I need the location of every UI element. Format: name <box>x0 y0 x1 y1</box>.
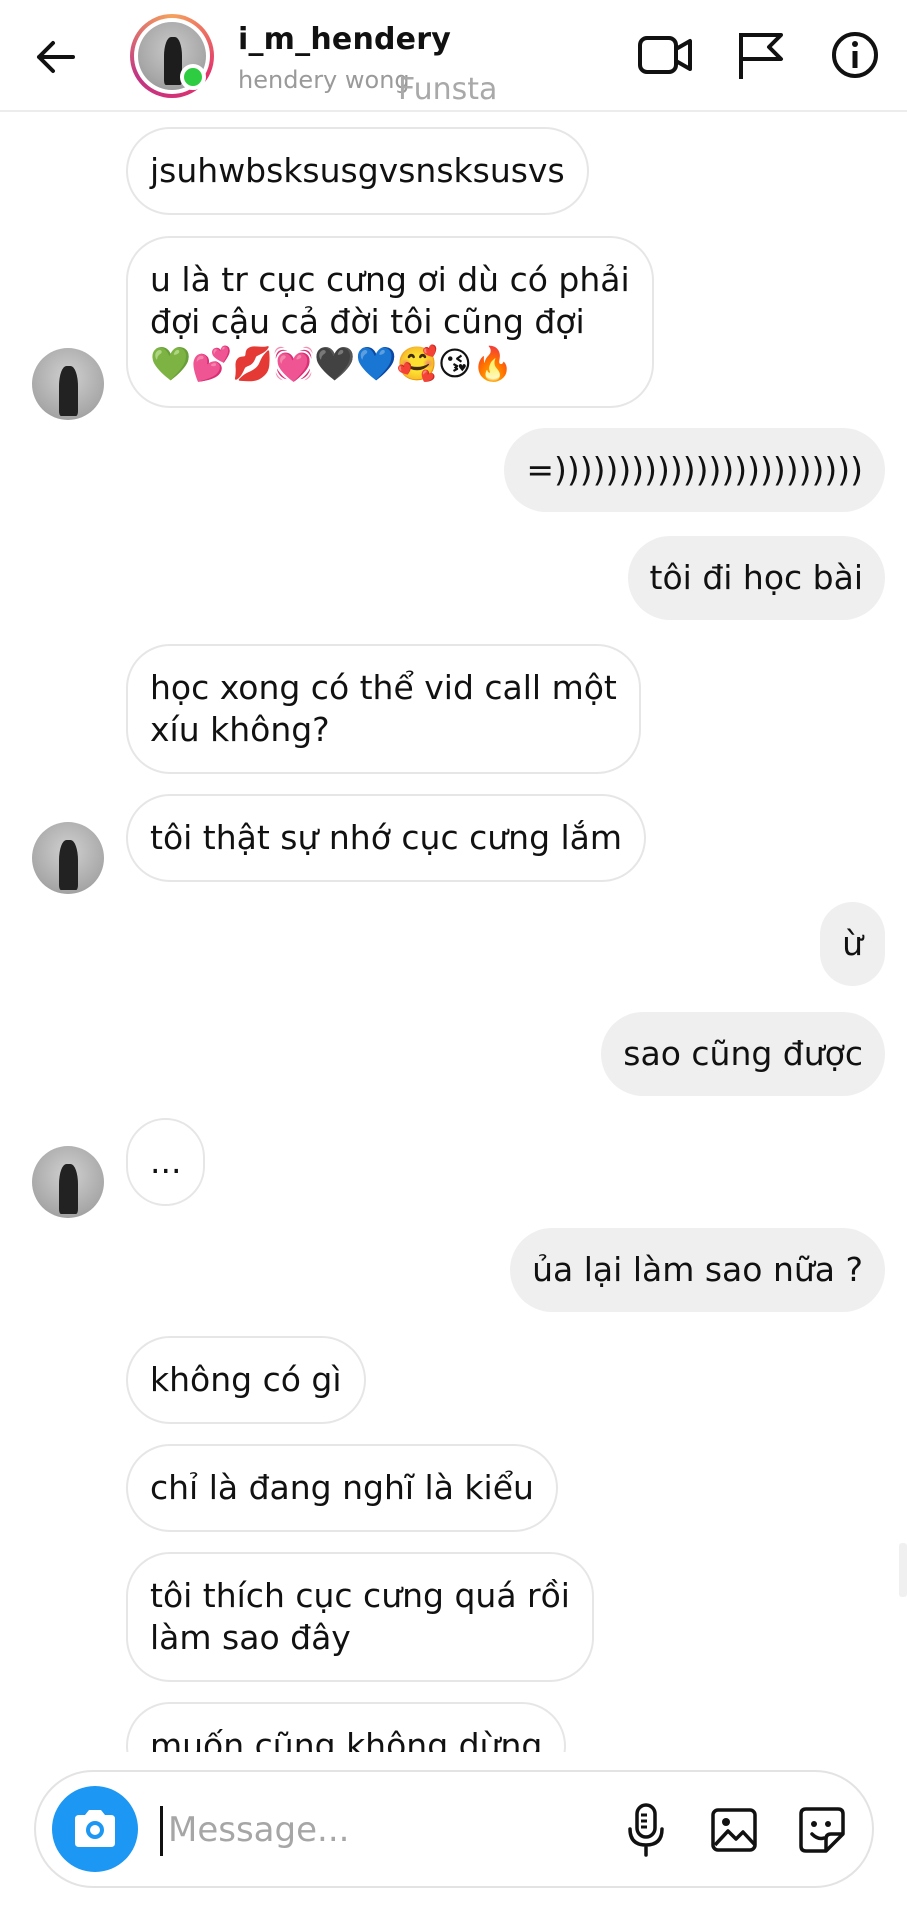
sender-avatar[interactable] <box>32 822 104 894</box>
message-bubble-incoming[interactable]: u là tr cục cưng ơi dù có phải đợi cậu c… <box>126 236 654 408</box>
online-status-dot <box>180 64 206 90</box>
chat-username[interactable]: i_m_hendery <box>238 22 451 57</box>
flag-icon <box>739 33 783 79</box>
message-bubble-incoming[interactable]: không có gì <box>126 1336 366 1424</box>
message-bubble-incoming[interactable]: tôi thật sự nhớ cục cưng lắm <box>126 794 647 882</box>
message-bubble-outgoing[interactable]: sao cũng được <box>601 1012 885 1096</box>
message-bubble-outgoing[interactable]: tôi đi học bài <box>627 536 885 620</box>
gallery-icon <box>711 1808 757 1852</box>
message-bubble-incoming[interactable]: muốn cũng không dừng <box>126 1702 567 1752</box>
message-bubble-incoming[interactable]: jsuhwbsksusgvsnsksusvs <box>126 127 589 215</box>
message-composer <box>34 1770 874 1888</box>
back-arrow-icon <box>37 41 75 73</box>
info-button[interactable] <box>824 24 886 86</box>
chat-header: i_m_hendery hendery wong Funsta <box>0 0 907 112</box>
sender-avatar[interactable] <box>32 348 104 420</box>
message-bubble-incoming[interactable]: ... <box>126 1118 206 1206</box>
message-input[interactable] <box>168 1800 608 1860</box>
camera-icon <box>75 1810 115 1847</box>
sticker-icon <box>799 1807 845 1853</box>
message-bubble-incoming[interactable]: chỉ là đang nghĩ là kiểu <box>126 1444 558 1532</box>
microphone-icon <box>628 1803 664 1857</box>
sticker-button[interactable] <box>790 1798 854 1862</box>
voice-message-button[interactable] <box>614 1798 678 1862</box>
message-bubble-outgoing[interactable]: ừ <box>820 902 885 986</box>
watermark-text: Funsta <box>398 72 498 107</box>
text-caret <box>160 1806 163 1856</box>
message-bubble-incoming[interactable]: học xong có thể vid call một xíu không? <box>126 644 641 774</box>
message-bubble-outgoing[interactable]: ủa lại làm sao nữa ? <box>510 1228 885 1312</box>
scrollbar-handle[interactable] <box>899 1543 907 1597</box>
info-icon <box>832 32 878 78</box>
camera-button[interactable] <box>52 1786 138 1872</box>
report-button[interactable] <box>730 24 792 86</box>
chat-display-name: hendery wong <box>238 66 410 94</box>
message-thread[interactable]: jsuhwbsksusgvsnsksusvs u là tr cục cưng … <box>0 112 907 1752</box>
sender-avatar[interactable] <box>32 1146 104 1218</box>
message-bubble-incoming[interactable]: tôi thích cục cưng quá rồi làm sao đây <box>126 1552 594 1682</box>
video-call-button[interactable] <box>634 24 696 86</box>
composer-bar <box>0 1752 907 1920</box>
gallery-button[interactable] <box>702 1798 766 1862</box>
video-call-icon <box>638 36 692 74</box>
message-bubble-outgoing[interactable]: =)))))))))))))))))))))))) <box>504 428 885 512</box>
back-button[interactable] <box>28 30 82 84</box>
